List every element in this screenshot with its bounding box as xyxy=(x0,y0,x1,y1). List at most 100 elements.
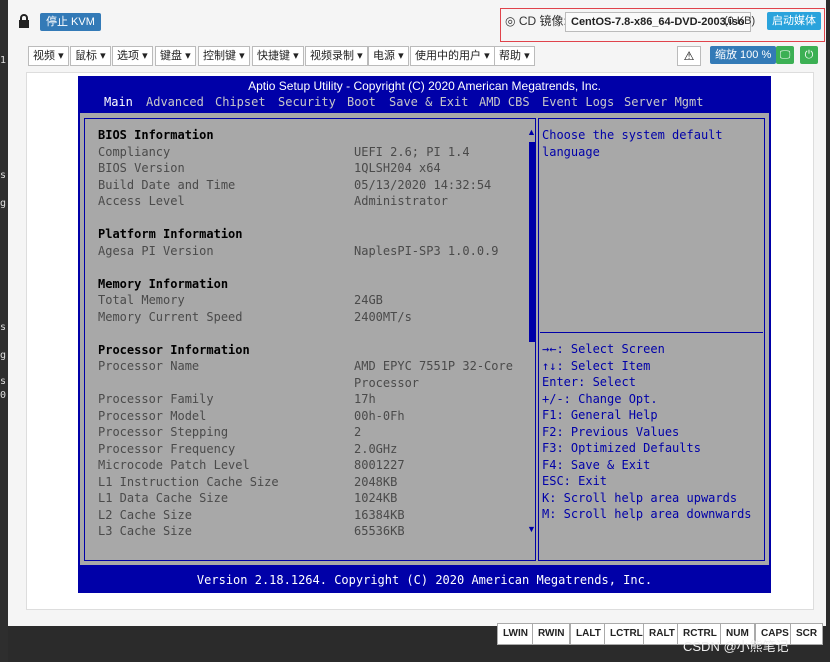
monitor-icon: 🖵 xyxy=(779,49,791,61)
bios-tab-advanced[interactable]: Advanced xyxy=(146,95,204,109)
bios-scroll-thumb xyxy=(529,142,535,342)
disc-icon: ◎ xyxy=(505,14,516,28)
bios-tab-save-exit[interactable]: Save & Exit xyxy=(389,95,468,109)
caret-down-icon: ▾ xyxy=(239,50,245,62)
menu-keyboard[interactable]: 键盘 ▾ xyxy=(155,46,196,66)
screen-button[interactable]: 🖵 xyxy=(776,46,794,64)
menu-label: 电源 xyxy=(373,50,395,62)
bios-row-key: L2 Cache Size xyxy=(98,507,192,522)
bios-row-key: L1 Instruction Cache Size xyxy=(98,474,279,489)
bios-row-value: 00h-0Fh xyxy=(354,408,405,423)
menu-options[interactable]: 选项 ▾ xyxy=(112,46,153,66)
bios-row-key: Build Date and Time xyxy=(98,177,236,192)
key-lalt[interactable]: LALT xyxy=(570,623,607,645)
lock-icon xyxy=(19,14,29,28)
bios-row-value: Processor xyxy=(354,375,420,390)
cd-label: ◎ CD 镜像: xyxy=(505,10,567,32)
strip-char: s xyxy=(0,170,7,181)
caret-down-icon: ▾ xyxy=(142,50,148,62)
bios-row-value: 8001227 xyxy=(354,458,405,472)
bios-row-key: Processor Frequency xyxy=(98,441,236,456)
menu-hotkeys[interactable]: 快捷键 ▾ xyxy=(252,46,304,66)
bios-help-key: F3: Optimized Defaults xyxy=(542,441,701,455)
menu-label: 使用中的用户 xyxy=(415,50,481,62)
bios-section-heading: Memory Information xyxy=(98,276,229,291)
bios-row-value: UEFI 2.6; PI 1.4 xyxy=(354,144,470,159)
bios-row-value: 2 xyxy=(354,425,362,439)
bios-section-heading: BIOS Information xyxy=(98,128,214,142)
menu-label: 鼠标 xyxy=(75,50,97,62)
bios-help-key: K: Scroll help area upwards xyxy=(542,490,738,505)
strip-char: g xyxy=(0,198,7,209)
caret-down-icon: ▾ xyxy=(524,50,530,62)
bios-help-key: ↑↓: Select Item xyxy=(542,358,651,373)
key-scr[interactable]: SCR xyxy=(790,623,824,645)
bios-tab-security[interactable]: Security xyxy=(278,95,336,109)
bios-row-key: BIOS Version xyxy=(98,161,185,175)
scroll-up-icon: ▲ xyxy=(527,127,536,137)
menu-active-users[interactable]: 使用中的用户 ▾ xyxy=(410,46,495,66)
bios-tab-server-mgmt[interactable]: Server Mgmt xyxy=(624,95,703,109)
strip-char: g xyxy=(0,350,7,361)
bios-row-value: 2400MT/s xyxy=(354,309,412,324)
cd-label-text: CD 镜像: xyxy=(518,14,567,28)
bios-tab-amd-cbs[interactable]: AMD CBS xyxy=(479,95,530,109)
bios-row-key: Processor Family xyxy=(98,392,214,406)
bios-row-key: Processor Model xyxy=(98,408,207,423)
menu-label: 控制键 xyxy=(203,50,236,62)
bios-help-key: +/-: Change Opt. xyxy=(542,391,658,406)
menu-video[interactable]: 视频 ▾ xyxy=(28,46,69,66)
bios-help-text: Choose the system default xyxy=(542,128,723,142)
menu-label: 视频录制 xyxy=(310,50,354,62)
scroll-down-icon: ▼ xyxy=(527,524,536,534)
bios-footer: Version 2.18.1264. Copyright (C) 2020 Am… xyxy=(78,571,771,590)
bios-row-value: Administrator xyxy=(354,194,448,208)
key-ralt[interactable]: RALT xyxy=(643,623,681,645)
menu-label: 键盘 xyxy=(160,50,182,62)
start-media-button[interactable]: 启动媒体 xyxy=(767,12,821,30)
menu-mouse[interactable]: 鼠标 ▾ xyxy=(70,46,111,66)
menu-label: 选项 xyxy=(117,50,139,62)
bios-row-key: Agesa PI Version xyxy=(98,243,214,258)
bios-tab-main[interactable]: Main xyxy=(104,95,133,109)
bios-help-divider xyxy=(540,332,763,333)
power-icon: ⏻ xyxy=(804,49,814,61)
menu-video-record[interactable]: 视频录制 ▾ xyxy=(305,46,368,66)
bios-tab-chipset[interactable]: Chipset xyxy=(215,95,266,109)
key-lwin[interactable]: LWIN xyxy=(497,623,534,645)
bios-row-key: Compliancy xyxy=(98,144,171,159)
bios-tab-boot[interactable]: Boot xyxy=(347,95,376,109)
bios-row-value: 1QLSH204 x64 xyxy=(354,161,441,175)
iso-file-button[interactable]: CentOS-7.8-x86_64-DVD-2003.iso xyxy=(565,12,751,32)
menu-label: 帮助 xyxy=(499,50,521,62)
power-button[interactable]: ⏻ xyxy=(800,46,818,64)
warning-button[interactable]: ⚠ xyxy=(677,46,701,66)
menu-power[interactable]: 电源 ▾ xyxy=(368,46,409,66)
watermark: CSDN @小熊笔记 xyxy=(683,639,789,654)
bios-row-value: NaplesPI-SP3 1.0.0.9 xyxy=(354,243,499,258)
caret-down-icon: ▾ xyxy=(58,50,64,62)
bios-row-value: 05/13/2020 14:32:54 xyxy=(354,177,492,192)
menu-help[interactable]: 帮助 ▾ xyxy=(494,46,535,66)
warning-icon: ⚠ xyxy=(683,49,695,63)
caret-down-icon: ▾ xyxy=(484,50,490,62)
bios-row-key: Processor Stepping xyxy=(98,425,229,439)
bios-row-value: AMD EPYC 7551P 32-Core xyxy=(354,359,513,373)
bios-row-key: Memory Current Speed xyxy=(98,309,243,324)
bios-row-value: 24GB xyxy=(354,293,383,307)
key-rwin[interactable]: RWIN xyxy=(532,623,571,645)
zoom-button[interactable]: 缩放 100 % xyxy=(710,46,777,64)
bios-row-key: Microcode Patch Level xyxy=(98,458,250,472)
menu-control-keys[interactable]: 控制键 ▾ xyxy=(198,46,250,66)
bios-section-heading: Processor Information xyxy=(98,342,250,357)
bios-row-value: 16384KB xyxy=(354,507,405,522)
caret-down-icon: ▾ xyxy=(293,50,299,62)
caret-down-icon: ▾ xyxy=(357,50,363,62)
stop-kvm-button[interactable]: 停止 KVM xyxy=(40,13,101,31)
bios-section-heading: Platform Information xyxy=(98,227,243,241)
bios-row-key: L3 Cache Size xyxy=(98,524,192,538)
bios-title: Aptio Setup Utility - Copyright (C) 2020… xyxy=(248,79,601,93)
bios-row-value: 65536KB xyxy=(354,524,405,538)
bios-row-key: Total Memory xyxy=(98,293,185,307)
bios-tab-event-logs[interactable]: Event Logs xyxy=(542,95,614,109)
